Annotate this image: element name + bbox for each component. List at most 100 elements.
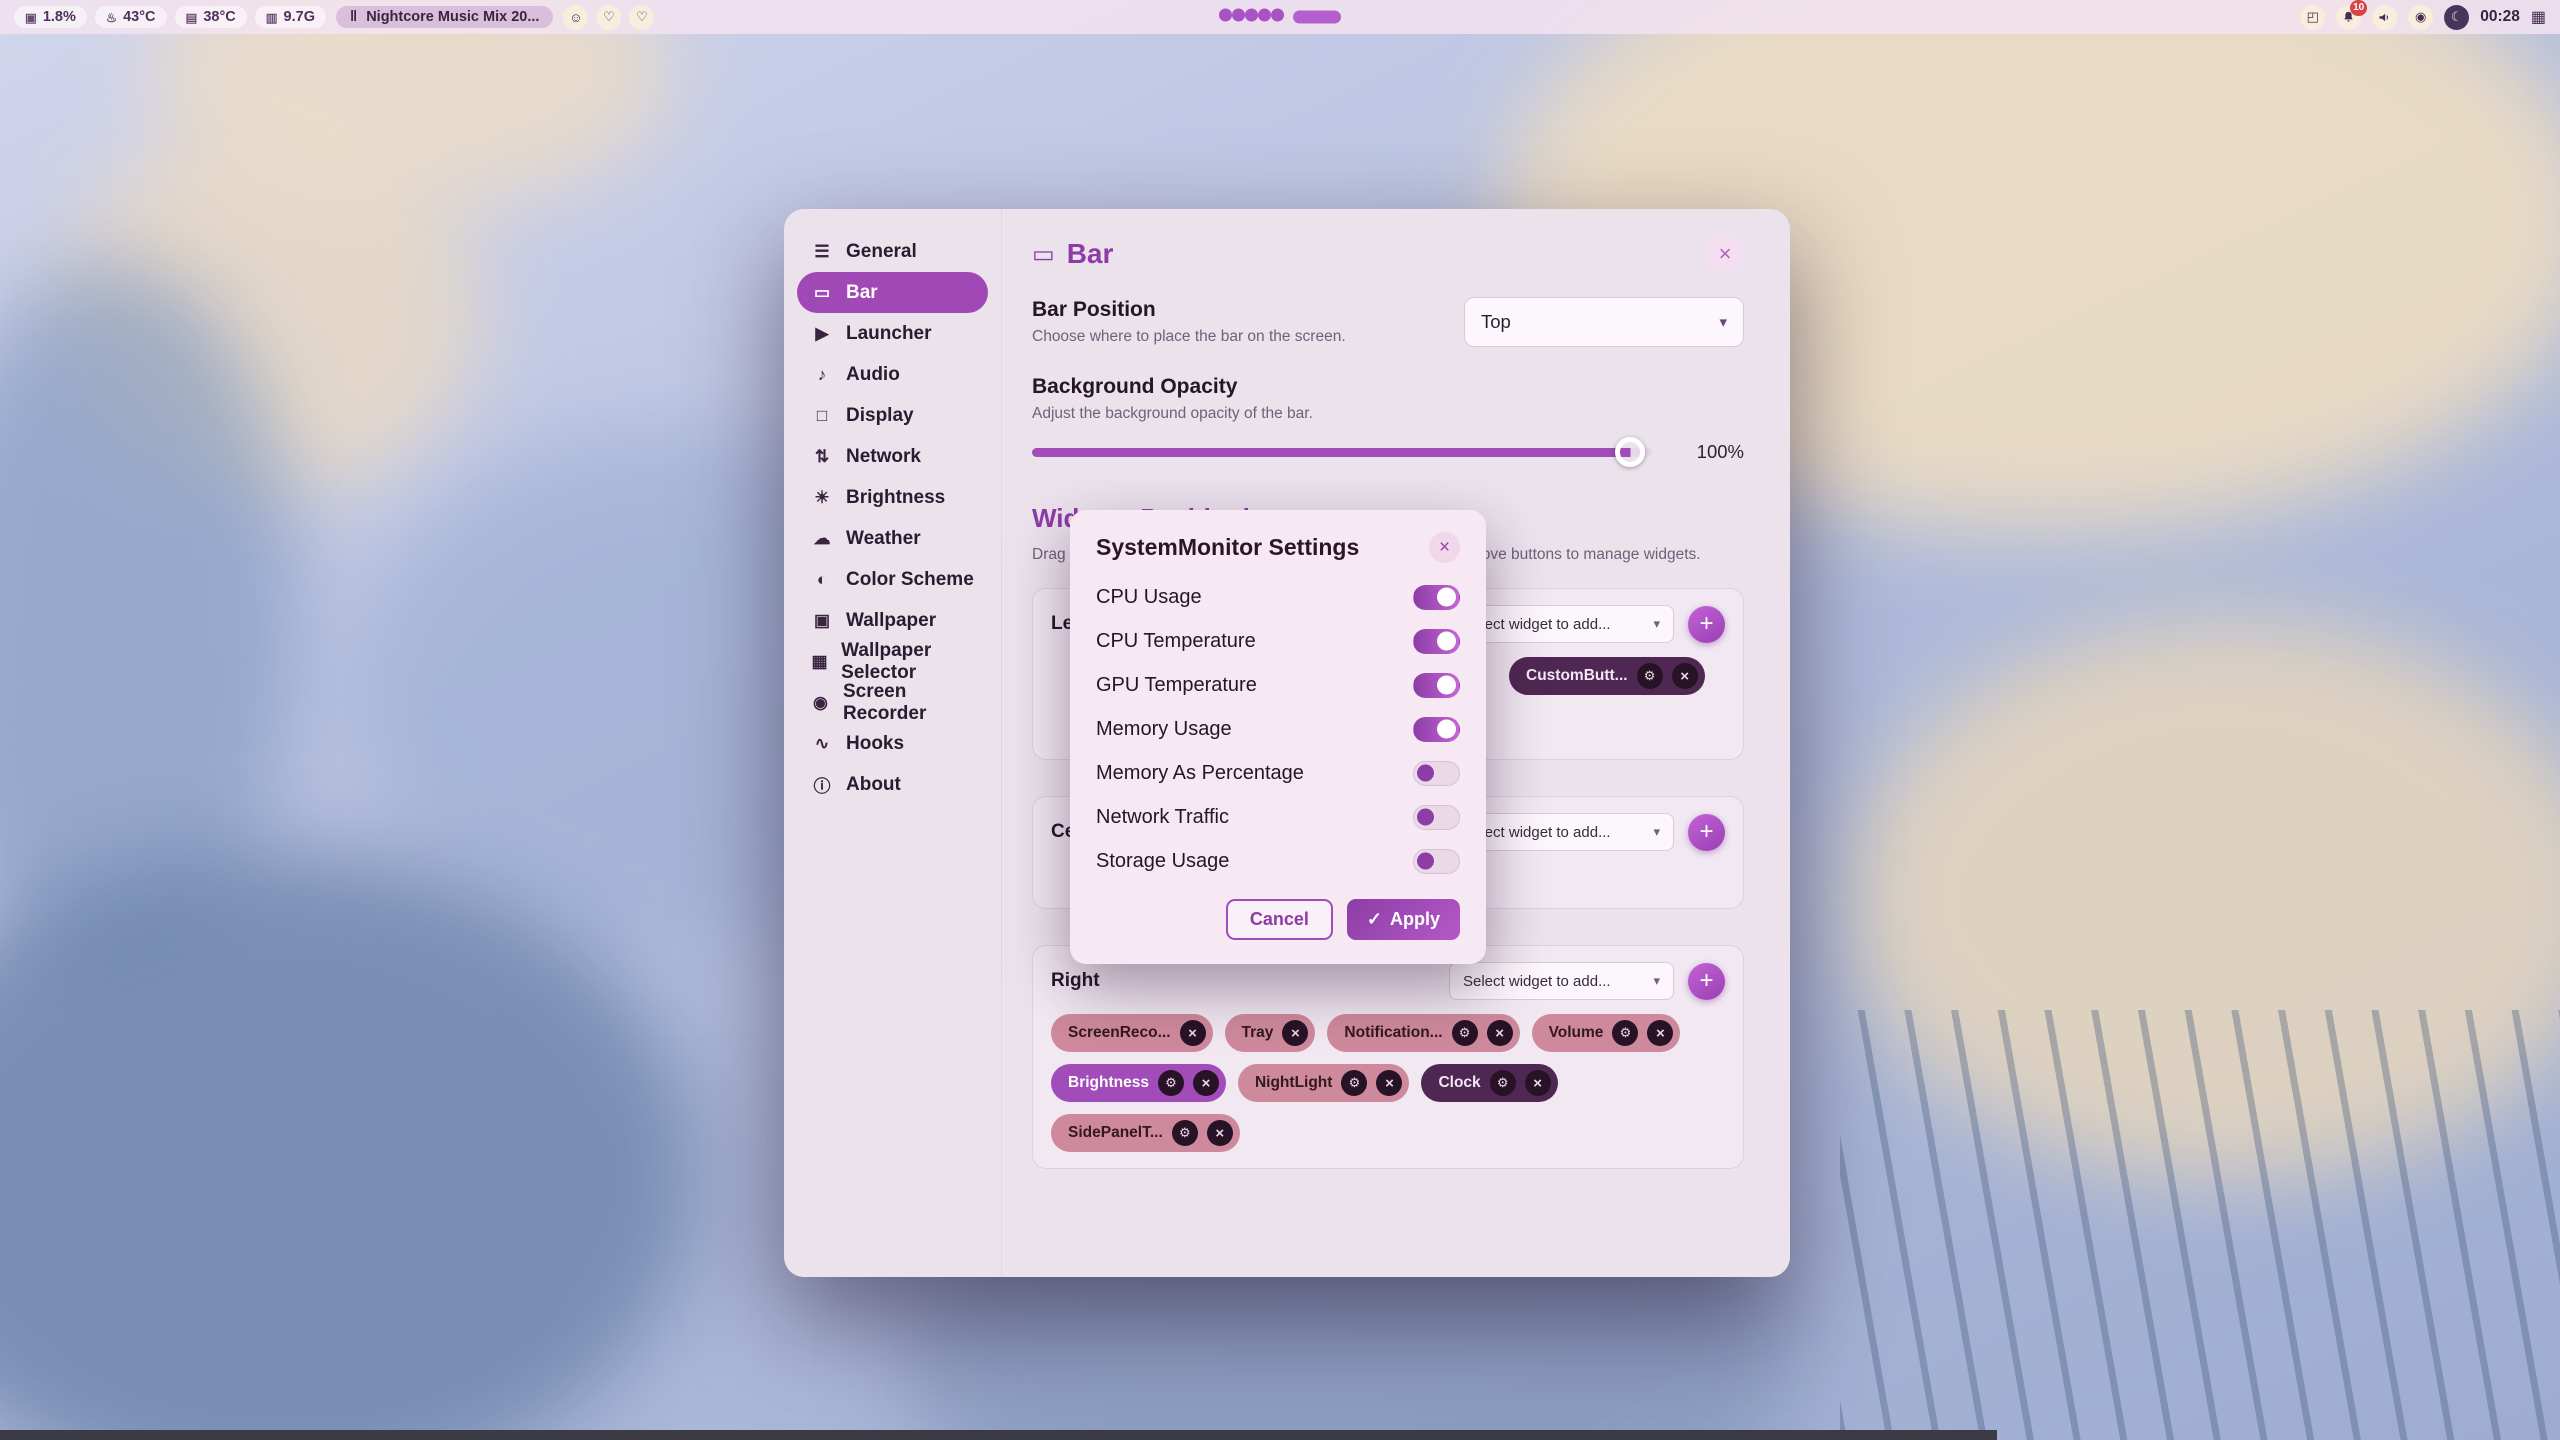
widget-settings-button[interactable]: ⚙ (1637, 663, 1663, 689)
widget-remove-button[interactable]: × (1180, 1020, 1206, 1046)
widget-chip[interactable]: NightLight ⚙ × (1238, 1064, 1409, 1102)
widget-remove-button[interactable]: × (1525, 1070, 1551, 1096)
sidebar-item[interactable]: ▦ Wallpaper Selector (797, 641, 988, 682)
quick-icon-button[interactable]: ☺ (563, 5, 588, 30)
dialog-close-button[interactable]: × (1429, 532, 1460, 563)
sidebar-item[interactable]: ∿ Hooks (797, 723, 988, 764)
widget-chip[interactable]: Volume ⚙ × (1532, 1014, 1681, 1052)
toggle-switch[interactable] (1413, 717, 1460, 742)
widget-remove-button[interactable]: × (1487, 1020, 1513, 1046)
close-icon: × (1385, 1075, 1394, 1092)
sidebar-item[interactable]: ☁ Weather (797, 518, 988, 559)
widget-remove-button[interactable]: × (1672, 663, 1698, 689)
volume-button[interactable] (2372, 5, 2397, 30)
system-stats: ▣ 1.8% ♨ 43°C ▤ 38°C ▥ 9.7G (14, 6, 326, 28)
sidebar-item[interactable]: □ Display (797, 395, 988, 436)
bar-icon: ▭ (811, 283, 833, 303)
toggle-switch[interactable] (1413, 805, 1460, 830)
toggle-switch[interactable] (1413, 761, 1460, 786)
sidebar-item[interactable]: ☰ General (797, 231, 988, 272)
chips-row: ScreenReco... × Tray (1051, 1014, 1725, 1152)
sidebar-item[interactable]: ◉ Screen Recorder (797, 682, 988, 723)
widget-chip[interactable]: Notification... ⚙ × (1327, 1014, 1519, 1052)
widget-remove-button[interactable]: × (1193, 1070, 1219, 1096)
widget-settings-button[interactable]: ⚙ (1158, 1070, 1184, 1096)
launcher-icon: ▶ (811, 324, 833, 344)
gear-icon: ⚙ (1497, 1075, 1509, 1091)
widget-remove-button[interactable]: × (1207, 1120, 1233, 1146)
clock[interactable]: 00:28 (2480, 8, 2520, 26)
sidebar-item[interactable]: ◐ Color Scheme (797, 559, 988, 600)
toggle-switch[interactable] (1413, 629, 1460, 654)
section-label: Right (1051, 970, 1100, 992)
widget-chip-label: Notification... (1344, 1024, 1442, 1042)
sidebar-item[interactable]: ▭ Bar (797, 272, 988, 313)
apply-button[interactable]: ✓ Apply (1347, 899, 1460, 940)
toggle-knob (1437, 720, 1456, 739)
background-opacity-row: Background Opacity Adjust the background… (1032, 375, 1744, 463)
add-widget-button[interactable]: + (1688, 814, 1725, 851)
widget-settings-button[interactable]: ⚙ (1612, 1020, 1638, 1046)
sidebar-item[interactable]: ⇅ Network (797, 436, 988, 477)
workspace-dot[interactable] (1271, 9, 1284, 22)
chevron-down-icon: ▾ (1653, 616, 1660, 632)
page-header: ▭ Bar × (1032, 235, 1744, 273)
widget-settings-button[interactable]: ⚙ (1452, 1020, 1478, 1046)
toggle-row: Storage Usage (1096, 839, 1460, 883)
stat-value: 1.8% (43, 9, 76, 25)
toggle-knob (1437, 632, 1456, 651)
quick-icon-button[interactable]: ♡ (596, 5, 621, 30)
heart-icon: ♡ (603, 9, 615, 25)
add-widget-button[interactable]: + (1688, 963, 1725, 1000)
widget-settings-button[interactable]: ⚙ (1172, 1120, 1198, 1146)
widget-settings-button[interactable]: ⚙ (1341, 1070, 1367, 1096)
bar-position-value: Top (1481, 311, 1511, 333)
close-settings-button[interactable]: × (1706, 235, 1744, 273)
night-light-button[interactable]: ☾ (2444, 5, 2469, 30)
screenshot-button[interactable]: ◰ (2300, 5, 2325, 30)
apps-grid-button[interactable]: ▦ (2531, 7, 2546, 27)
opacity-slider[interactable] (1032, 448, 1652, 457)
toggle-switch[interactable] (1413, 849, 1460, 874)
add-widget-button[interactable]: + (1688, 606, 1725, 643)
widget-chip[interactable]: Clock ⚙ × (1421, 1064, 1557, 1102)
opacity-slider-knob[interactable] (1615, 437, 1645, 467)
widget-remove-button[interactable]: × (1376, 1070, 1402, 1096)
sidebar-item[interactable]: ▣ Wallpaper (797, 600, 988, 641)
sidebar-item[interactable]: ▶ Launcher (797, 313, 988, 354)
sidebar-item[interactable]: ⓘ About (797, 764, 988, 805)
widget-chip[interactable]: Brightness ⚙ × (1051, 1064, 1226, 1102)
toggle-row: Memory As Percentage (1096, 751, 1460, 795)
workspace-active-pill[interactable] (1293, 11, 1341, 24)
bar-icon: ▭ (1032, 240, 1055, 269)
notifications-button[interactable]: 10 (2336, 5, 2361, 30)
widget-chip[interactable]: CustomButt... ⚙ × (1509, 657, 1705, 695)
workspace-dot[interactable] (1258, 9, 1271, 22)
workspace-dot[interactable] (1232, 9, 1245, 22)
widget-settings-button[interactable]: ⚙ (1490, 1070, 1516, 1096)
stat-pill: ♨ 43°C (95, 6, 167, 28)
media-player-widget[interactable]: ‖ Nightcore Music Mix 20... (336, 6, 553, 28)
widget-chip[interactable]: Tray × (1225, 1014, 1316, 1052)
widget-remove-button[interactable]: × (1282, 1020, 1308, 1046)
sidebar-item-label: Screen Recorder (843, 681, 974, 725)
record-button[interactable]: ◉ (2408, 5, 2433, 30)
sidebar-item[interactable]: ☀ Brightness (797, 477, 988, 518)
widget-remove-button[interactable]: × (1647, 1020, 1673, 1046)
add-widget-dropdown[interactable]: Select widget to add... ▾ (1449, 962, 1674, 1000)
workspace-dot[interactable] (1219, 9, 1232, 22)
widget-chip-label: ScreenReco... (1068, 1024, 1171, 1042)
cancel-button[interactable]: Cancel (1226, 899, 1333, 940)
toggle-switch[interactable] (1413, 585, 1460, 610)
page-title: Bar (1067, 238, 1114, 270)
widget-chip[interactable]: SidePanelT... ⚙ × (1051, 1114, 1240, 1152)
plus-icon: + (1699, 610, 1713, 638)
toggle-switch[interactable] (1413, 673, 1460, 698)
sidebar-item[interactable]: ♪ Audio (797, 354, 988, 395)
widget-chip[interactable]: ScreenReco... × (1051, 1014, 1213, 1052)
workspace-dot[interactable] (1245, 9, 1258, 22)
bar-position-dropdown[interactable]: Top ▾ (1464, 297, 1744, 347)
quick-icon-button[interactable]: ♡ (629, 5, 654, 30)
sidebar-item-label: Weather (846, 528, 921, 550)
check-icon: ✓ (1367, 909, 1382, 930)
